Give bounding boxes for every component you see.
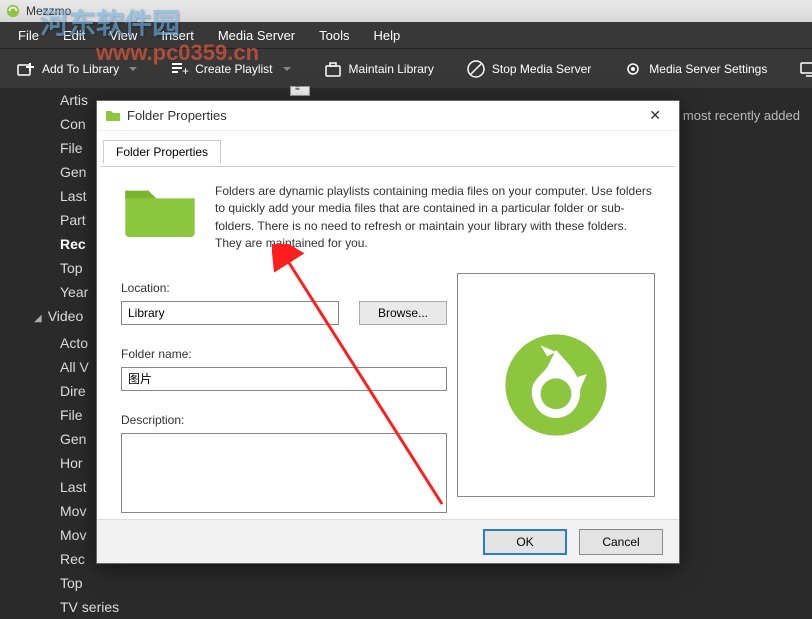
description-textarea[interactable] bbox=[121, 433, 447, 513]
media-server-settings-button[interactable]: Media Server Settings bbox=[615, 55, 775, 83]
svg-text:+: + bbox=[182, 64, 189, 78]
stop-media-server-label: Stop Media Server bbox=[492, 62, 591, 76]
mezzmo-logo-icon bbox=[501, 330, 611, 440]
folder-small-icon bbox=[105, 108, 121, 124]
briefcase-icon bbox=[323, 59, 343, 79]
add-to-library-label: Add To Library bbox=[42, 62, 119, 76]
gear-icon bbox=[623, 59, 643, 79]
maintain-library-button[interactable]: Maintain Library bbox=[315, 55, 442, 83]
monitor-icon bbox=[799, 59, 812, 79]
tab-strip: Folder Properties bbox=[101, 139, 675, 167]
browse-button[interactable]: Browse... bbox=[359, 301, 447, 325]
playlist-icon: + bbox=[169, 59, 189, 79]
create-playlist-label: Create Playlist bbox=[195, 62, 272, 76]
media-server-settings-label: Media Server Settings bbox=[649, 62, 767, 76]
add-icon bbox=[16, 59, 36, 79]
app-title: Mezzmo bbox=[26, 4, 71, 18]
dialog-title: Folder Properties bbox=[127, 108, 227, 123]
stop-icon bbox=[466, 59, 486, 79]
tree-item[interactable]: TV series bbox=[20, 595, 119, 619]
dialog-titlebar: Folder Properties ✕ bbox=[97, 101, 679, 131]
toolbar: Add To Library + Create Playlist Maintai… bbox=[0, 48, 812, 88]
tab-folder-properties[interactable]: Folder Properties bbox=[103, 140, 221, 164]
app-logo-icon bbox=[6, 4, 20, 18]
folder-large-icon bbox=[121, 183, 199, 237]
preview-box bbox=[457, 273, 655, 497]
add-to-library-button[interactable]: Add To Library bbox=[8, 55, 145, 83]
tree-item[interactable]: Top bbox=[20, 571, 119, 595]
folder-name-input[interactable] bbox=[121, 367, 447, 391]
folder-properties-dialog: Folder Properties ✕ Folder Properties Fo… bbox=[96, 100, 680, 564]
menu-insert[interactable]: Insert bbox=[151, 26, 204, 45]
menu-help[interactable]: Help bbox=[364, 26, 411, 45]
description-label: Description: bbox=[121, 413, 447, 427]
menu-tools[interactable]: Tools bbox=[309, 26, 359, 45]
menu-bar: File Edit View Insert Media Server Tools… bbox=[0, 22, 812, 48]
location-label: Location: bbox=[121, 281, 447, 295]
dialog-footer: OK Cancel bbox=[97, 519, 679, 563]
close-button[interactable]: ✕ bbox=[639, 103, 671, 128]
dialog-body: Folders are dynamic playlists containing… bbox=[97, 167, 679, 526]
menu-file[interactable]: File bbox=[8, 26, 49, 45]
ok-button[interactable]: OK bbox=[483, 529, 567, 555]
title-bar: Mezzmo bbox=[0, 0, 812, 22]
menu-edit[interactable]: Edit bbox=[53, 26, 95, 45]
media-devices-button[interactable]: Media Devices bbox=[791, 55, 812, 83]
chevron-down-icon bbox=[129, 67, 137, 71]
menu-view[interactable]: View bbox=[99, 26, 147, 45]
drag-handle[interactable] bbox=[290, 86, 310, 96]
location-input[interactable] bbox=[121, 301, 339, 325]
create-playlist-button[interactable]: + Create Playlist bbox=[161, 55, 298, 83]
dialog-help-text: Folders are dynamic playlists containing… bbox=[215, 183, 655, 253]
maintain-library-label: Maintain Library bbox=[349, 62, 434, 76]
menu-media-server[interactable]: Media Server bbox=[208, 26, 305, 45]
chevron-down-icon bbox=[283, 67, 291, 71]
stop-media-server-button[interactable]: Stop Media Server bbox=[458, 55, 599, 83]
folder-name-label: Folder name: bbox=[121, 347, 447, 361]
cancel-button[interactable]: Cancel bbox=[579, 529, 663, 555]
list-description: 50 most recently added bbox=[665, 108, 800, 123]
